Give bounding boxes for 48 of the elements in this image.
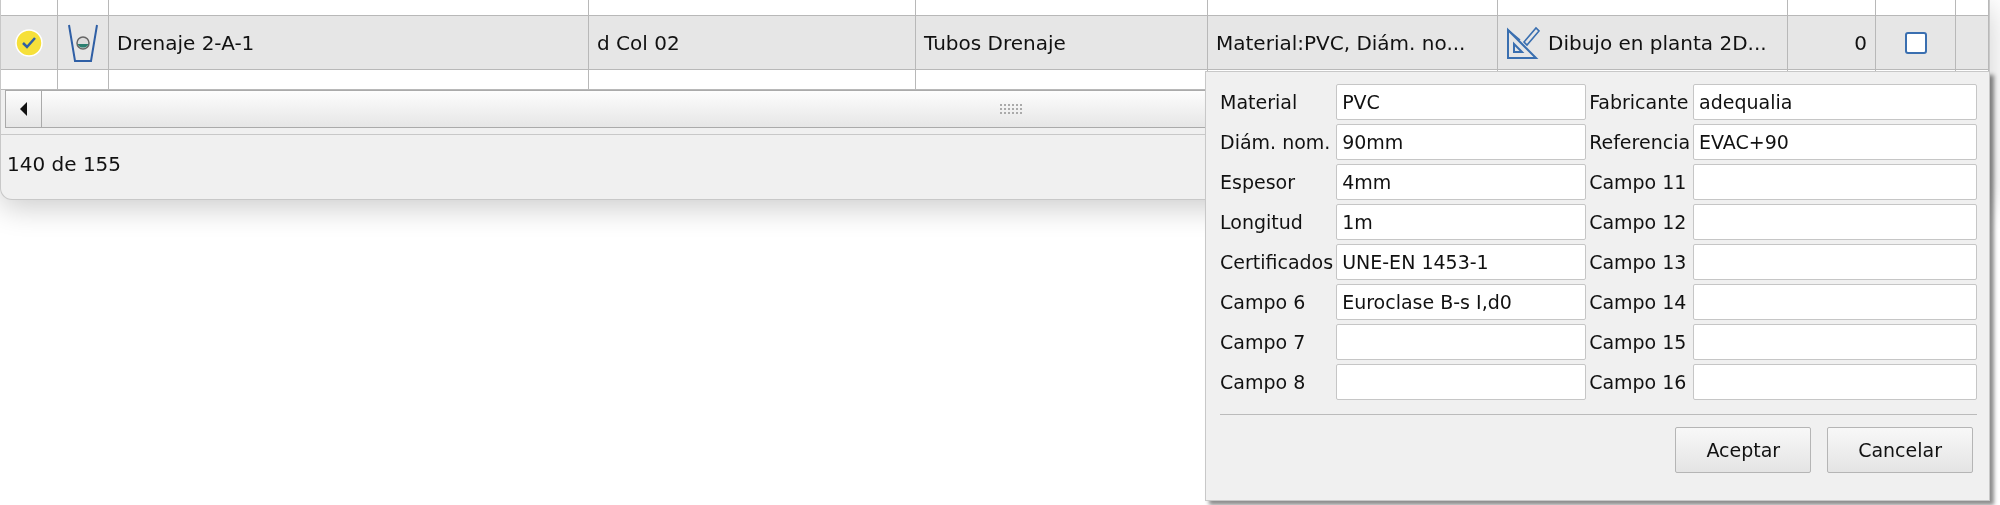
status-text: 140 de 155: [7, 152, 122, 176]
table-cell-text: 0: [1854, 29, 1867, 57]
input-field[interactable]: 90mm: [1336, 124, 1587, 160]
field-label: Espesor: [1220, 169, 1296, 195]
input-field[interactable]: [1693, 244, 1977, 280]
field-label: Campo 14: [1589, 289, 1688, 315]
grip-icon[interactable]: [1000, 104, 1022, 114]
field-label: Campo 7: [1220, 329, 1307, 355]
input-field[interactable]: 1m: [1336, 204, 1587, 240]
input-field[interactable]: PVC: [1336, 84, 1587, 120]
field-label: Longitud: [1220, 209, 1304, 235]
field-label: Campo 6: [1220, 289, 1307, 315]
field-label: Fabricante: [1589, 89, 1690, 115]
input-field[interactable]: adequalia: [1693, 84, 1977, 120]
input-field[interactable]: EVAC+90: [1693, 124, 1977, 160]
field-label: Campo 11: [1589, 169, 1688, 195]
field-label: Campo 12: [1589, 209, 1688, 235]
field-label: Referencia: [1589, 129, 1691, 155]
field-label: Certificados: [1220, 249, 1334, 275]
table-cell-text: Dibujo en planta 2D...: [1548, 29, 1767, 57]
input-field[interactable]: [1336, 364, 1587, 400]
table-row[interactable]: Drenaje 2-A-1 d Col 02 Tubos Drenaje Material:PVC, Diám. no... Dibujo en planta 2D... 0: [1, 16, 1989, 70]
field-label: Campo 8: [1220, 369, 1307, 395]
table-cell-text: Material:PVC, Diám. no...: [1216, 29, 1466, 57]
field-label: Material: [1220, 89, 1299, 115]
table-cell-text: d Col 02: [597, 29, 680, 57]
input-field[interactable]: [1693, 164, 1977, 200]
input-field[interactable]: Euroclase B-s I,d0: [1336, 284, 1587, 320]
set-square-pencil-icon: [1506, 25, 1540, 60]
field-label: Campo 16: [1589, 369, 1688, 395]
checkbox[interactable]: [1904, 31, 1927, 54]
check-circle-icon[interactable]: [15, 28, 43, 57]
field-label: Campo 15: [1589, 329, 1688, 355]
input-field[interactable]: [1693, 204, 1977, 240]
field-label: Diám. nom.: [1220, 129, 1332, 155]
input-field[interactable]: [1693, 284, 1977, 320]
field-label: Campo 13: [1589, 249, 1688, 275]
table-cell-text: Drenaje 2-A-1: [117, 29, 255, 57]
input-field[interactable]: [1336, 324, 1587, 360]
input-field[interactable]: [1693, 364, 1977, 400]
table-cell-text: Tubos Drenaje: [924, 29, 1066, 57]
accept-button[interactable]: Aceptar: [1675, 427, 1812, 473]
cancel-button[interactable]: Cancelar: [1827, 427, 1973, 473]
input-field[interactable]: UNE-EN 1453-1: [1336, 244, 1587, 280]
container-icon: [66, 22, 100, 63]
input-field[interactable]: [1693, 324, 1977, 360]
scroll-left-icon[interactable]: [18, 102, 29, 116]
input-field[interactable]: 4mm: [1336, 164, 1587, 200]
